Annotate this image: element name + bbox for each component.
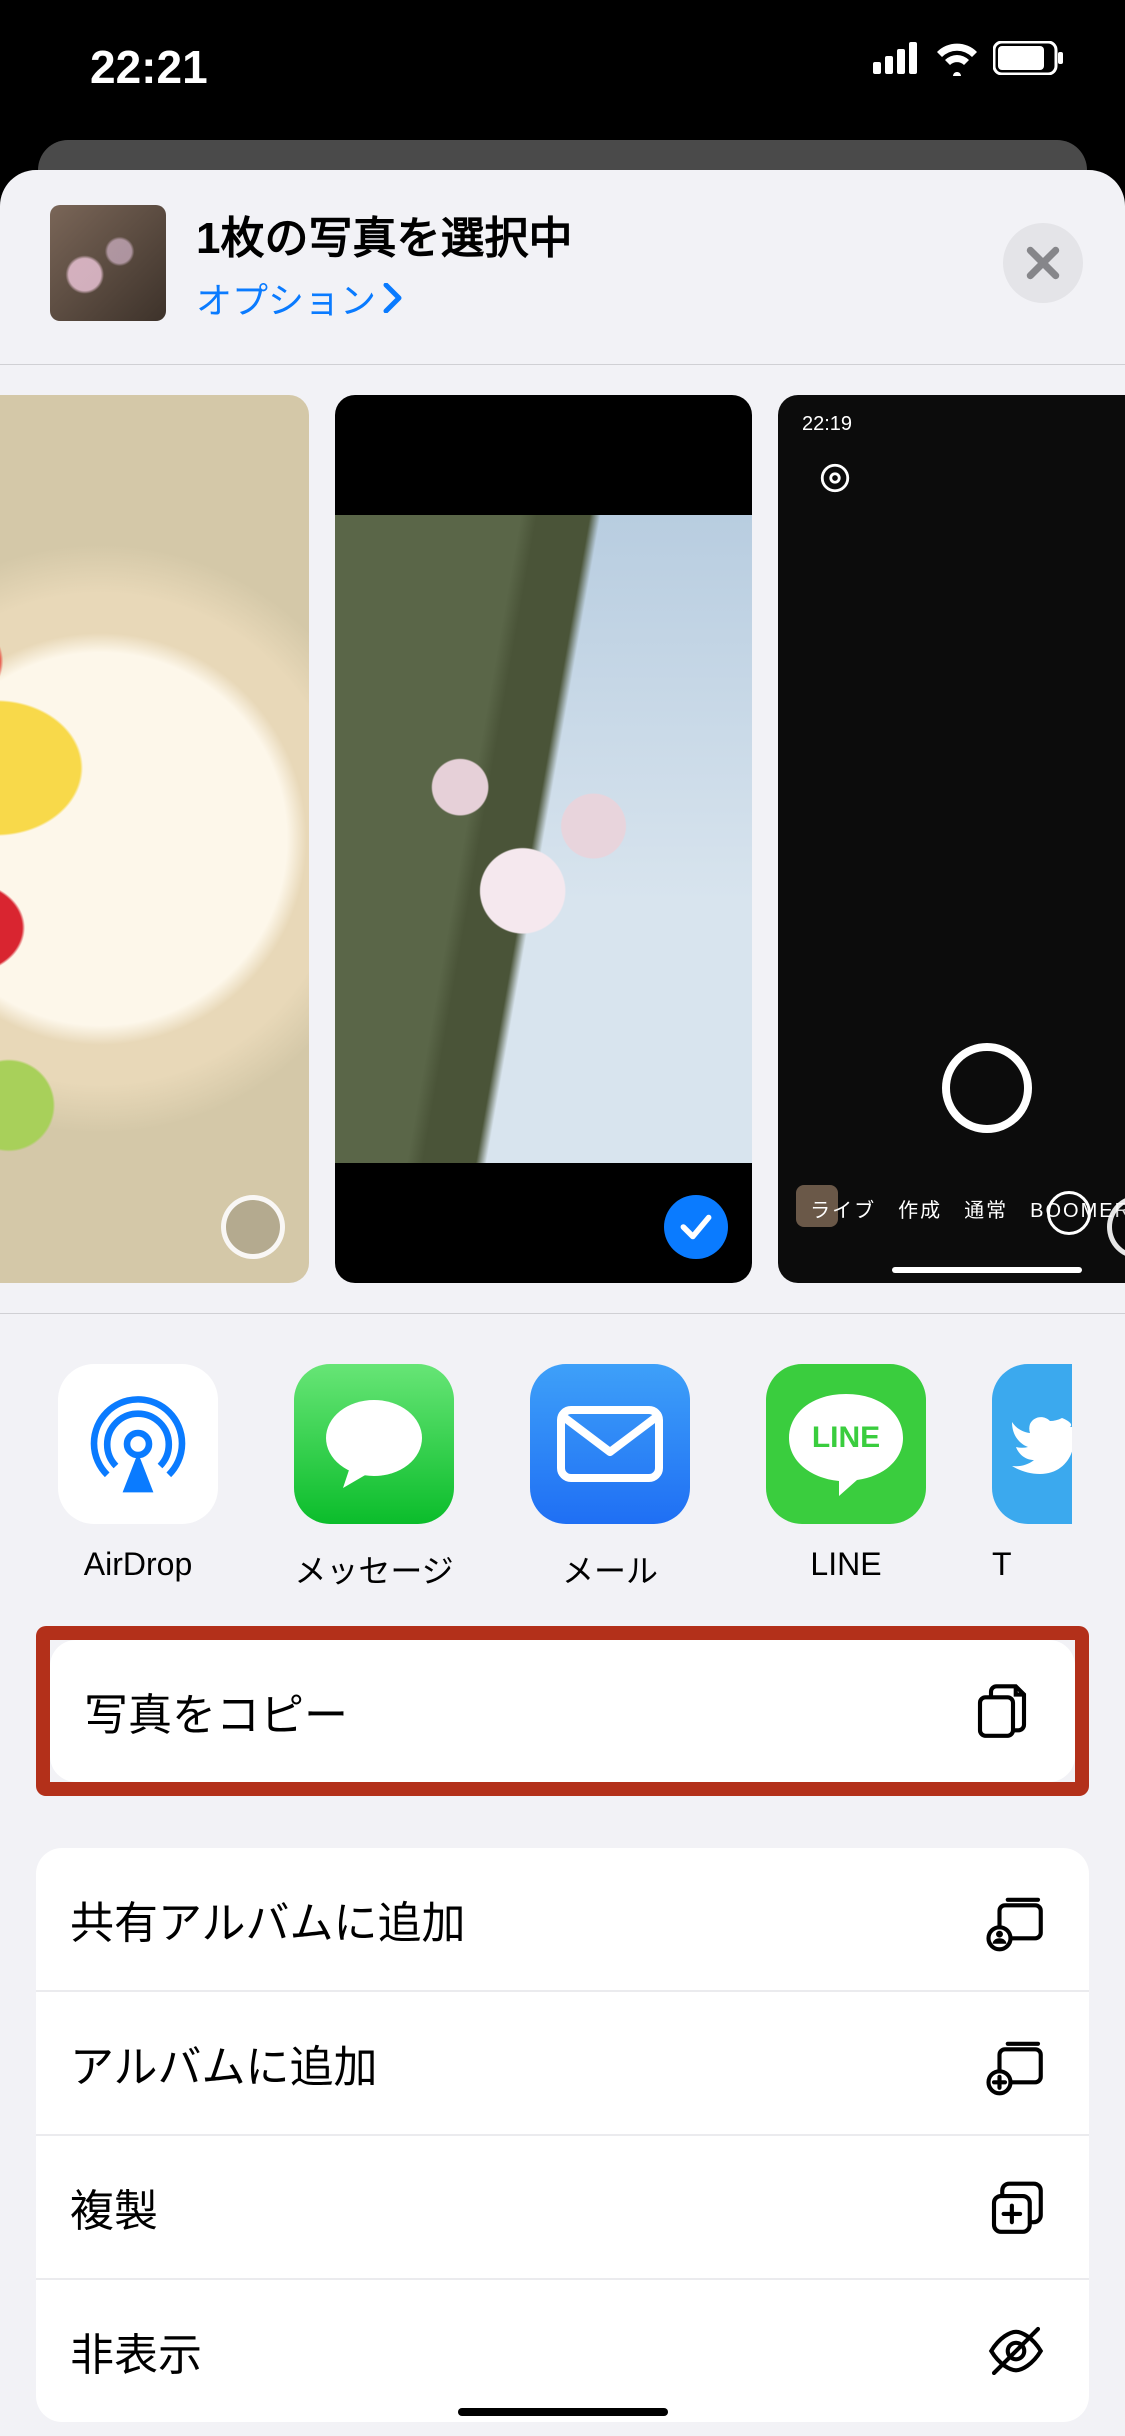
share-title: 1枚の写真を選択中 xyxy=(196,202,973,266)
action-label: 非表示 xyxy=(70,2319,202,2383)
add-album-icon xyxy=(983,2030,1049,2096)
home-indicator[interactable] xyxy=(458,2408,668,2416)
app-label: LINE xyxy=(756,1546,936,1583)
action-label: 複製 xyxy=(70,2175,158,2239)
share-header: 1枚の写真を選択中 オプション xyxy=(0,170,1125,364)
shutter-icon xyxy=(942,1043,1032,1133)
action-add-shared-album[interactable]: 共有アルバムに追加 xyxy=(36,1848,1089,1990)
highlighted-action-frame: 写真をコピー xyxy=(36,1626,1089,1796)
shared-album-icon xyxy=(983,1886,1049,1952)
battery-icon xyxy=(993,41,1065,75)
options-label: オプション xyxy=(196,272,376,324)
messages-icon xyxy=(294,1364,454,1524)
header-thumbnail xyxy=(50,205,166,321)
photo-thumbnail[interactable] xyxy=(335,395,752,1283)
action-label: 共有アルバムに追加 xyxy=(70,1887,466,1951)
app-label: メッセージ xyxy=(284,1546,464,1592)
share-sheet: 1枚の写真を選択中 オプション 22:19 xyxy=(0,170,1125,2436)
photo-picker-strip[interactable]: 22:19 ライブ 作成 通常 BOOMERAN xyxy=(0,365,1125,1313)
action-group: 共有アルバムに追加 アルバムに追加 複製 非表示 xyxy=(36,1848,1089,2422)
hide-icon xyxy=(983,2318,1049,2384)
action-copy-photo[interactable]: 写真をコピー xyxy=(50,1640,1075,1782)
app-twitter[interactable]: T xyxy=(992,1364,1082,1592)
share-apps-row[interactable]: AirDrop メッセージ メール LINE LINE T xyxy=(0,1314,1125,1626)
status-indicators xyxy=(873,40,1065,76)
gear-icon xyxy=(818,461,852,495)
wifi-icon xyxy=(933,40,981,76)
header-text: 1枚の写真を選択中 オプション xyxy=(196,202,973,324)
photo-thumbnail[interactable]: 22:19 ライブ 作成 通常 BOOMERAN xyxy=(778,395,1125,1283)
cellular-icon xyxy=(873,42,921,74)
mail-icon xyxy=(530,1364,690,1524)
app-label: メール xyxy=(520,1546,700,1592)
copy-icon xyxy=(969,1678,1035,1744)
app-line[interactable]: LINE LINE xyxy=(756,1364,936,1592)
action-label: 写真をコピー xyxy=(84,1679,348,1743)
app-messages[interactable]: メッセージ xyxy=(284,1364,464,1592)
action-label: アルバムに追加 xyxy=(70,2031,378,2095)
selection-indicator-checked[interactable] xyxy=(664,1195,728,1259)
status-bar: 22:21 xyxy=(0,0,1125,132)
chevron-right-icon xyxy=(382,283,404,313)
status-time: 22:21 xyxy=(90,40,208,94)
check-icon xyxy=(677,1208,715,1246)
options-button[interactable]: オプション xyxy=(196,272,973,324)
svg-text:LINE: LINE xyxy=(812,1421,880,1454)
app-airdrop[interactable]: AirDrop xyxy=(48,1364,228,1592)
home-indicator-icon xyxy=(892,1267,1082,1273)
airdrop-icon xyxy=(58,1364,218,1524)
action-duplicate[interactable]: 複製 xyxy=(36,2134,1089,2278)
action-hide[interactable]: 非表示 xyxy=(36,2278,1089,2422)
photo-thumbnail[interactable] xyxy=(0,395,309,1283)
app-label: AirDrop xyxy=(48,1546,228,1583)
duplicate-icon xyxy=(983,2174,1049,2240)
app-mail[interactable]: メール xyxy=(520,1364,700,1592)
close-icon xyxy=(1024,244,1062,282)
app-label: T xyxy=(992,1546,1082,1583)
screenshot-time: 22:19 xyxy=(802,413,852,436)
selection-indicator-unchecked[interactable] xyxy=(221,1195,285,1259)
close-button[interactable] xyxy=(1003,223,1083,303)
mode-indicator-icon xyxy=(1047,1191,1091,1235)
twitter-icon xyxy=(992,1364,1072,1524)
line-icon: LINE xyxy=(766,1364,926,1524)
share-actions: 写真をコピー 共有アルバムに追加 アルバムに追加 複製 非表示 xyxy=(0,1626,1125,2422)
action-add-album[interactable]: アルバムに追加 xyxy=(36,1990,1089,2134)
